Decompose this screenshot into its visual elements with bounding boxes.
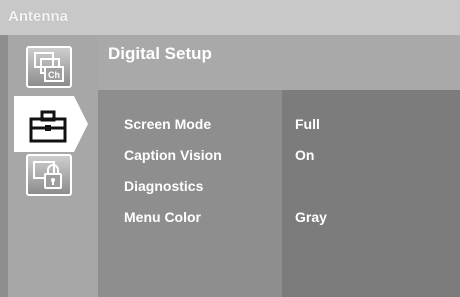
sidebar-item-channel[interactable]: Ch (26, 46, 74, 95)
tv-osd-screen: Antenna Digital Setup Ch Screen Mode Ful… (0, 0, 460, 297)
category-rail: Ch (14, 40, 98, 297)
menu-item-caption-vision[interactable]: Caption Vision (124, 147, 222, 163)
source-bar: Antenna (0, 0, 460, 35)
source-label: Antenna (8, 8, 68, 25)
channel-icon-label: Ch (48, 70, 60, 80)
sidebar-item-setup[interactable] (14, 96, 98, 161)
page-title: Digital Setup (108, 44, 212, 63)
menu-item-diagnostics[interactable]: Diagnostics (124, 178, 203, 194)
toolbox-icon (14, 96, 88, 152)
menu-item-menu-color[interactable]: Menu Color (124, 209, 201, 225)
screen-mode-value: Full (295, 116, 320, 132)
menu-item-screen-mode[interactable]: Screen Mode (124, 116, 211, 132)
lock-icon (26, 154, 72, 196)
sidebar-item-lock[interactable] (26, 154, 74, 203)
channel-icon: Ch (26, 46, 72, 88)
menu-color-value: Gray (295, 209, 327, 225)
caption-vision-value: On (295, 147, 315, 163)
